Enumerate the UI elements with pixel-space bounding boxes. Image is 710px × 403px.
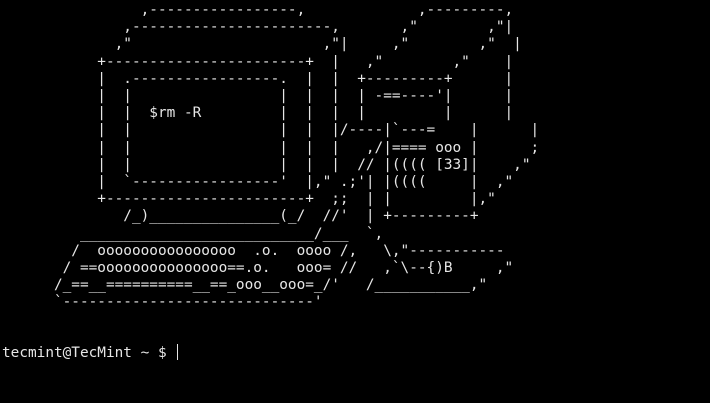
ascii-art-computer: ,-----------------, ,---------, ,-------… (2, 2, 539, 312)
text-cursor (177, 344, 179, 360)
ascii-art-line: / ==ooooooooooooooo==.o. ooo= // ,`\--{)… (2, 260, 514, 277)
ascii-art-line: ___________________________/___ `, (2, 225, 384, 242)
command-prompt-line[interactable]: tecmint@TecMint ~ $ (2, 344, 179, 362)
ascii-art-line: ,-----------------, ,---------, (2, 2, 514, 18)
ascii-art-line: /_)_______________(_/ //' | +---------+ (2, 208, 479, 225)
shell-prompt: tecmint@TecMint ~ $ (2, 345, 176, 361)
ascii-art-line: ,-----------------------, ," ,"| (2, 19, 514, 36)
ascii-art-line: | .-----------------. | | +---------+ | (2, 70, 514, 87)
ascii-art-line: | `-----------------' |," .;'| |(((( | ,… (2, 174, 514, 191)
ascii-art-line: | | | | | | -==----'| | (2, 88, 514, 105)
ascii-art-line: +-----------------------+ ;; | | |," (2, 191, 496, 208)
ascii-art-line: /_==__==========__==_ooo__ooo=_/' /_____… (2, 277, 488, 294)
ascii-art-line: / oooooooooooooooo .o. oooo /, \,"------… (2, 242, 505, 259)
ascii-art-line: | | | | | ,/|==== ooo | ; (2, 139, 540, 156)
ascii-art-line: ," ,"| ," ," | (2, 36, 522, 53)
ascii-art-line: | | $rm -R | | | | | | (2, 105, 514, 122)
ascii-art-line: +-----------------------+ | ," ," | (2, 53, 514, 70)
ascii-art-line: `-----------------------------' (2, 294, 323, 311)
ascii-art-line: | | | | |/----|`---= | | (2, 122, 540, 139)
ascii-art-line: | | | | | // |(((( [33]| ," (2, 156, 531, 173)
terminal-window[interactable]: ,-----------------, ,---------, ,-------… (0, 0, 710, 403)
